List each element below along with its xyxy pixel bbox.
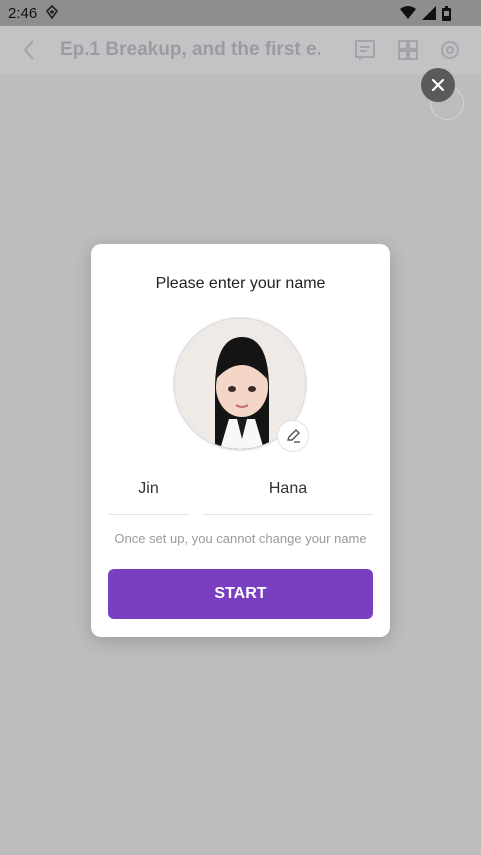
battery-icon	[442, 5, 451, 21]
app-bar: Ep.1 Breakup, and the first e...	[0, 26, 481, 74]
last-name-field[interactable]: Hana	[203, 476, 373, 515]
name-hint: Once set up, you cannot change your name	[114, 531, 367, 546]
grid-icon[interactable]	[396, 38, 420, 62]
pencil-icon	[287, 429, 300, 443]
status-right-icons	[400, 5, 451, 21]
status-time: 2:46	[8, 5, 38, 22]
name-entry-modal: Please enter your name Jin Hana Once set…	[91, 244, 390, 637]
modal-title: Please enter your name	[155, 275, 326, 292]
chat-icon[interactable]	[353, 38, 377, 62]
start-button[interactable]: START	[108, 569, 373, 619]
status-bar: 2:46	[0, 0, 481, 26]
back-icon[interactable]	[18, 38, 42, 62]
wifi-icon	[400, 6, 416, 19]
close-icon	[431, 78, 445, 92]
episode-title: Ep.1 Breakup, and the first e...	[60, 39, 320, 60]
settings-icon[interactable]	[438, 38, 462, 62]
app-notification-icon	[46, 5, 58, 19]
first-name-field[interactable]: Jin	[108, 476, 189, 515]
signal-icon	[422, 6, 436, 20]
close-button[interactable]	[421, 68, 455, 102]
avatar-edit-button[interactable]	[277, 420, 309, 452]
